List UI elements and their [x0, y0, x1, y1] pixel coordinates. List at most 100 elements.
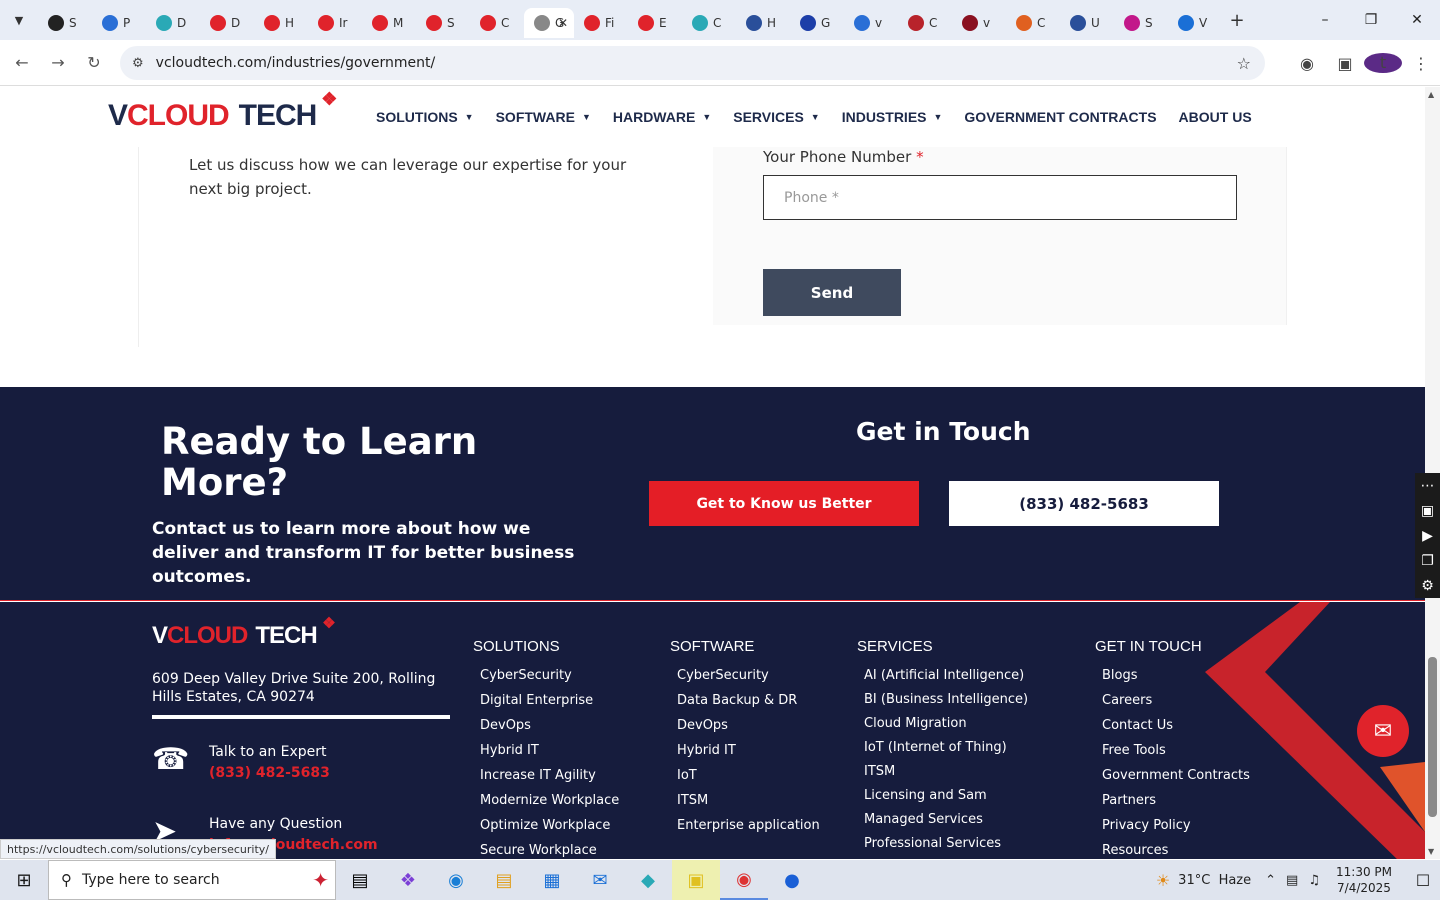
- footer-link[interactable]: Privacy Policy: [1102, 817, 1250, 842]
- footer-link[interactable]: Partners: [1102, 792, 1250, 817]
- nav-government-contracts[interactable]: GOVERNMENT CONTRACTS: [964, 109, 1156, 125]
- nav-services[interactable]: SERVICES ▼: [733, 109, 819, 125]
- volume-icon[interactable]: ♫: [1308, 873, 1320, 888]
- app-diamond-icon[interactable]: ◆: [624, 860, 672, 900]
- edge-browser-icon[interactable]: ◉: [432, 860, 480, 900]
- browser-menu-icon[interactable]: ⋮: [1402, 54, 1440, 73]
- footer-link[interactable]: CyberSecurity: [677, 667, 820, 692]
- browser-tab[interactable]: D: [146, 8, 200, 38]
- browser-tab[interactable]: H: [736, 8, 790, 38]
- browser-tab[interactable]: G: [790, 8, 844, 38]
- phone-input[interactable]: [763, 175, 1237, 220]
- nav-industries[interactable]: INDUSTRIES ▼: [842, 109, 943, 125]
- footer-link[interactable]: ITSM: [677, 792, 820, 817]
- footer-link[interactable]: Cloud Migration: [864, 715, 1028, 739]
- footer-link[interactable]: Licensing and Sam: [864, 787, 1028, 811]
- restore-icon[interactable]: ❐: [1348, 0, 1394, 40]
- footer-link[interactable]: Managed Services: [864, 811, 1028, 835]
- close-tab-icon[interactable]: ✕: [558, 16, 568, 30]
- footer-link[interactable]: Increase IT Agility: [480, 767, 619, 792]
- settings-gear-icon[interactable]: ⚙: [1421, 578, 1434, 594]
- video-icon[interactable]: ▶: [1422, 528, 1433, 544]
- task-view-icon[interactable]: ▤: [336, 860, 384, 900]
- browser-tab[interactable]: M: [362, 8, 416, 38]
- network-icon[interactable]: ▤: [1286, 873, 1298, 888]
- footer-link[interactable]: Careers: [1102, 692, 1250, 717]
- footer-link[interactable]: Modernize Workplace: [480, 792, 619, 817]
- close-window-icon[interactable]: ✕: [1394, 0, 1440, 40]
- nav-about-us[interactable]: ABOUT US: [1179, 109, 1252, 125]
- browser-tab[interactable]: C: [898, 8, 952, 38]
- browser-tab[interactable]: Fi: [574, 8, 628, 38]
- back-arrow-icon[interactable]: ←: [4, 53, 40, 72]
- footer-link[interactable]: ITSM: [864, 763, 1028, 787]
- reload-icon[interactable]: ↻: [76, 53, 112, 72]
- browser-tab[interactable]: C: [1006, 8, 1060, 38]
- footer-link[interactable]: Data Backup & DR: [677, 692, 820, 717]
- copilot-icon[interactable]: ❖: [384, 860, 432, 900]
- forward-arrow-icon[interactable]: →: [40, 53, 76, 72]
- footer-link[interactable]: Hybrid IT: [677, 742, 820, 767]
- browser-tab[interactable]: C: [470, 8, 524, 38]
- get-to-know-us-button[interactable]: Get to Know us Better: [649, 481, 919, 526]
- footer-link[interactable]: Hybrid IT: [480, 742, 619, 767]
- taskbar-search[interactable]: ⚲ Type here to search ✦: [48, 860, 336, 900]
- footer-link[interactable]: CyberSecurity: [480, 667, 619, 692]
- footer-link[interactable]: Government Contracts: [1102, 767, 1250, 792]
- weather-widget[interactable]: ☀ 31°C Haze: [1156, 871, 1251, 890]
- link-icon[interactable]: ⋯: [1421, 478, 1435, 494]
- browser-tab[interactable]: S: [38, 8, 92, 38]
- sticky-notes-icon[interactable]: ▣: [672, 860, 720, 900]
- minimize-icon[interactable]: –: [1302, 0, 1348, 40]
- footer-link[interactable]: IoT: [677, 767, 820, 792]
- chat-widget-button[interactable]: ✉: [1357, 705, 1409, 757]
- browser-tab[interactable]: H: [254, 8, 308, 38]
- translate-icon[interactable]: ◉: [1288, 54, 1326, 73]
- browser-tab[interactable]: S: [1114, 8, 1168, 38]
- footer-link[interactable]: Secure Workplace: [480, 842, 619, 859]
- site-info-icon[interactable]: ⚙: [132, 56, 144, 71]
- browser-tab[interactable]: P: [92, 8, 146, 38]
- profile-avatar[interactable]: t: [1364, 53, 1402, 73]
- taskbar-clock[interactable]: 11:30 PM 7/4/2025: [1336, 864, 1392, 896]
- footer-link[interactable]: Professional Services: [864, 835, 1028, 859]
- windows-icon[interactable]: ❐: [1421, 553, 1434, 569]
- browser-tab[interactable]: D: [200, 8, 254, 38]
- talk-phone-link[interactable]: (833) 482-5683: [209, 762, 330, 784]
- footer-link[interactable]: Optimize Workplace: [480, 817, 619, 842]
- phone-cta-button[interactable]: (833) 482-5683: [949, 481, 1219, 526]
- browser-tab[interactable]: Ir: [308, 8, 362, 38]
- browser-tab[interactable]: v: [952, 8, 1006, 38]
- browser-tab[interactable]: C: [682, 8, 736, 38]
- file-explorer-icon[interactable]: ▤: [480, 860, 528, 900]
- windows-start-icon[interactable]: ⊞: [0, 860, 48, 900]
- footer-link[interactable]: BI (Business Intelligence): [864, 691, 1028, 715]
- zoom-app-icon[interactable]: ●: [768, 860, 816, 900]
- browser-tab[interactable]: U: [1060, 8, 1114, 38]
- microsoft-store-icon[interactable]: ▦: [528, 860, 576, 900]
- browser-tab[interactable]: G ✕: [524, 8, 574, 38]
- nav-solutions[interactable]: SOLUTIONS ▼: [376, 109, 474, 125]
- new-tab-button[interactable]: +: [1222, 10, 1252, 31]
- vcloud-tech-logo[interactable]: VCLOUD TECH ❖: [108, 89, 337, 133]
- bookmark-star-icon[interactable]: ☆: [1237, 54, 1251, 73]
- notification-center-icon[interactable]: ☐: [1406, 871, 1440, 890]
- footer-link[interactable]: Resources: [1102, 842, 1250, 859]
- extensions-icon[interactable]: ▣: [1326, 54, 1364, 73]
- footer-link[interactable]: AI (Artificial Intelligence): [864, 667, 1028, 691]
- camera-icon[interactable]: ▣: [1421, 503, 1434, 519]
- url-field[interactable]: ⚙ vcloudtech.com/industries/government/ …: [120, 46, 1265, 80]
- footer-logo[interactable]: VCLOUD TECH ❖: [152, 615, 336, 650]
- chrome-browser-icon[interactable]: ◉: [720, 860, 768, 900]
- browser-tab[interactable]: v: [844, 8, 898, 38]
- footer-link[interactable]: IoT (Internet of Thing): [864, 739, 1028, 763]
- footer-link[interactable]: Blogs: [1102, 667, 1250, 692]
- footer-link[interactable]: DevOps: [677, 717, 820, 742]
- nav-software[interactable]: SOFTWARE ▼: [496, 109, 591, 125]
- footer-link[interactable]: Digital Enterprise: [480, 692, 619, 717]
- mail-icon[interactable]: ✉: [576, 860, 624, 900]
- tab-search-chevron-icon[interactable]: ▼: [0, 0, 38, 40]
- send-button[interactable]: Send: [763, 269, 901, 316]
- scroll-down-icon[interactable]: ▼: [1428, 847, 1434, 856]
- footer-link[interactable]: Free Tools: [1102, 742, 1250, 767]
